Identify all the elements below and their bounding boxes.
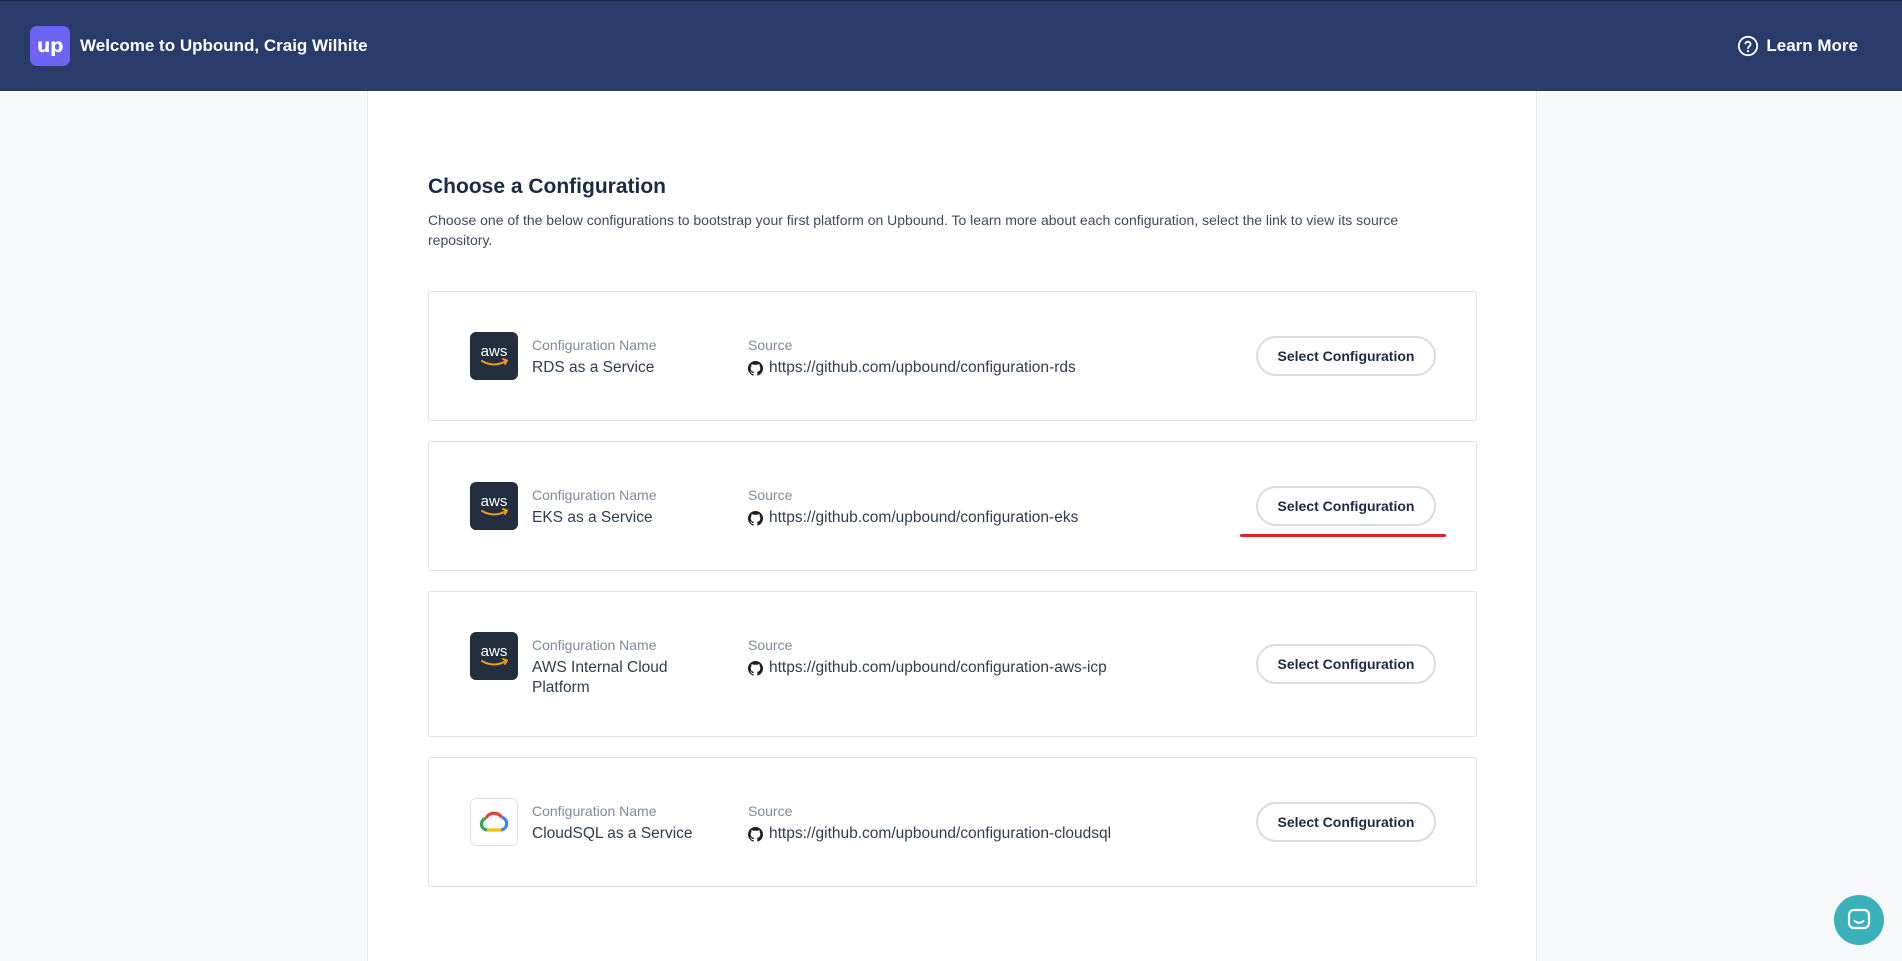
svg-text:aws: aws [481,493,508,510]
configuration-card-rds: aws Configuration Name RDS as a Service … [428,291,1477,421]
google-cloud-logo-icon [470,798,518,846]
aws-logo-icon: aws [470,632,518,680]
help-circle-icon [1738,35,1759,57]
configuration-name-label: Configuration Name [532,637,657,653]
source-url: https://github.com/upbound/configuration… [769,359,1076,376]
highlight-underline [1240,534,1446,537]
source-column: Source https://github.com/upbound/config… [748,486,1228,528]
github-icon [748,360,763,376]
svg-text:aws: aws [481,343,508,360]
configuration-name-column: Configuration Name CloudSQL as a Service [532,802,732,844]
source-url: https://github.com/upbound/configuration… [769,825,1112,842]
github-icon [748,826,763,842]
page-title: Choose a Configuration [428,175,666,198]
configuration-card-eks: aws Configuration Name EKS as a Service … [428,441,1477,571]
source-column: Source https://github.com/upbound/config… [748,336,1228,378]
select-configuration-button[interactable]: Select Configuration [1256,336,1436,376]
source-link[interactable]: https://github.com/upbound/configuration… [748,824,1228,844]
page-description: Choose one of the below configurations t… [428,212,1399,248]
source-label: Source [748,803,793,819]
configuration-name-label: Configuration Name [532,487,657,503]
github-icon [748,510,763,526]
source-label: Source [748,487,793,503]
configuration-card-aws-icp: aws Configuration Name AWS Internal Clou… [428,591,1477,737]
source-label: Source [748,637,793,653]
select-configuration-button[interactable]: Select Configuration [1256,802,1436,842]
source-column: Source https://github.com/upbound/config… [748,802,1228,844]
learn-more-label: Learn More [1766,36,1858,55]
upbound-logo[interactable]: up [30,26,70,66]
configuration-name-column: Configuration Name AWS Internal Cloud Pl… [532,636,692,698]
source-link[interactable]: https://github.com/upbound/configuration… [748,658,1228,678]
configuration-name: EKS as a Service [532,509,653,526]
configuration-name: RDS as a Service [532,359,655,376]
main-content: Choose a Configuration Choose one of the… [367,91,1537,961]
configuration-name-label: Configuration Name [532,337,657,353]
chat-launcher-button[interactable] [1834,895,1884,945]
source-link[interactable]: https://github.com/upbound/configuration… [748,358,1228,378]
source-column: Source https://github.com/upbound/config… [748,636,1228,678]
top-header: up Welcome to Upbound, Craig Wilhite Lea… [0,0,1902,91]
configuration-name: AWS Internal Cloud Platform [532,659,668,696]
brand: up Welcome to Upbound, Craig Wilhite [30,26,368,66]
configuration-name-column: Configuration Name RDS as a Service [532,336,732,378]
source-url: https://github.com/upbound/configuration… [769,659,1107,676]
configuration-name: CloudSQL as a Service [532,825,693,842]
learn-more-link[interactable]: Learn More [1737,35,1858,57]
svg-text:aws: aws [481,643,508,660]
aws-logo-icon: aws [470,482,518,530]
select-configuration-button[interactable]: Select Configuration [1256,644,1436,684]
source-link[interactable]: https://github.com/upbound/configuration… [748,508,1228,528]
select-configuration-button[interactable]: Select Configuration [1256,486,1436,526]
source-url: https://github.com/upbound/configuration… [769,509,1079,526]
github-icon [748,660,763,676]
configuration-card-cloudsql: Configuration Name CloudSQL as a Service… [428,757,1477,887]
configuration-name-label: Configuration Name [532,803,657,819]
welcome-message: Welcome to Upbound, Craig Wilhite [80,36,368,55]
aws-logo-icon: aws [470,332,518,380]
source-label: Source [748,337,793,353]
chat-icon [1847,908,1871,930]
configuration-name-column: Configuration Name EKS as a Service [532,486,732,528]
